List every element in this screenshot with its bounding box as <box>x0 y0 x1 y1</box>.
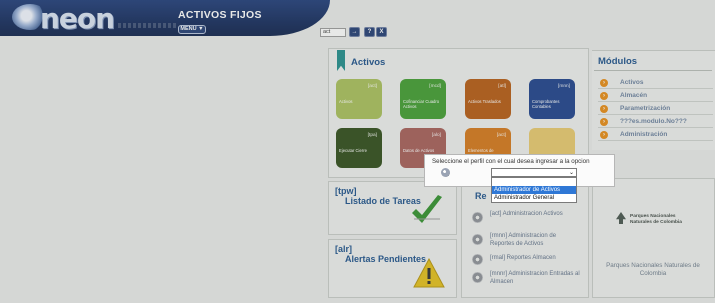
search-input[interactable]: act <box>320 28 346 37</box>
tile-label: Elementos de <box>468 148 494 153</box>
tile-code: [alo] <box>431 133 441 138</box>
divider <box>598 101 713 102</box>
tile-code: [mnn] <box>558 84 570 89</box>
tile-code: [act] <box>496 133 506 138</box>
module-item-unknown[interactable]: › ???es.modulo.No??? <box>598 116 715 128</box>
close-button[interactable]: X <box>376 27 387 37</box>
report-link[interactable]: [rmnn] Administracion de Reportes de Act… <box>490 233 582 248</box>
module-item-parametrizacion[interactable]: › Parametrización <box>598 103 715 115</box>
profile-dialog-title: Seleccione el perfil con el cual desea i… <box>432 158 590 165</box>
gear-icon <box>472 234 483 245</box>
option-blank[interactable] <box>492 178 576 186</box>
gear-icon <box>472 212 483 223</box>
tile-traslados[interactable]: [atl] Activos Traslados <box>465 79 511 119</box>
chevron-down-icon[interactable]: ⌄ <box>569 169 574 177</box>
profile-select[interactable]: ⌄ <box>491 168 577 177</box>
alertas-code: [alr] <box>335 244 353 254</box>
module-item-activos[interactable]: › Activos <box>598 77 715 89</box>
checkmark-icon <box>412 195 442 223</box>
option-administrador-general[interactable]: Administrador General <box>492 194 576 202</box>
tile-code: [tpa] <box>367 133 377 138</box>
arrow-right-icon: › <box>600 118 608 126</box>
help-button[interactable]: ? <box>364 27 375 37</box>
report-link[interactable]: [act] Administracion Activos <box>490 211 582 219</box>
tile-label: Datos de Activos <box>403 148 435 153</box>
tile-label: Activos <box>339 99 353 104</box>
tile-activos[interactable]: [act] Activos <box>336 79 382 119</box>
option-administrador-activos[interactable]: Administrador de Activos <box>492 186 576 194</box>
divider <box>598 127 713 128</box>
arrow-right-icon: › <box>600 131 608 139</box>
profile-dropdown: Administrador de Activos Administrador G… <box>491 177 577 203</box>
app-header: neon ACTIVOS FIJOS MENU ▼ act → ? X <box>0 0 715 40</box>
tareas-code: [tpw] <box>335 186 357 196</box>
divider <box>598 140 713 141</box>
module-label: Almacén <box>620 92 648 99</box>
parks-logo-text: Parques Nacionales Naturales de Colombia <box>630 214 682 225</box>
app-logo: neon <box>40 2 115 35</box>
tile-label: Activos Traslados <box>468 99 501 104</box>
parks-box <box>592 178 715 298</box>
page: neon ACTIVOS FIJOS MENU ▼ act → ? X Acti… <box>0 0 715 303</box>
tile-code: [act] <box>367 84 377 89</box>
divider <box>598 88 713 89</box>
gear-icon <box>472 254 483 265</box>
modulos-title: Módulos <box>598 56 638 67</box>
gear-icon <box>472 272 483 283</box>
tile-code: [atl] <box>498 84 506 89</box>
reportes-title: Re <box>475 191 487 201</box>
menu-button[interactable]: MENU ▼ <box>178 25 206 34</box>
tile-comprobantes[interactable]: [mnn] Comprobantes Contables <box>529 79 575 119</box>
parks-caption: Parques Nacionales Naturales de Colombia <box>606 262 700 277</box>
subnav-strip <box>118 23 178 28</box>
gear-icon <box>441 168 450 177</box>
tile-ejecutar-cierre[interactable]: [tpa] Ejecutar Cierre <box>336 128 382 168</box>
module-label: Administración <box>620 131 668 138</box>
arrow-right-icon: › <box>600 79 608 87</box>
tile-label: Comprobantes Contables <box>532 99 560 109</box>
divider <box>598 114 713 115</box>
app-title: ACTIVOS FIJOS <box>178 9 262 21</box>
go-button[interactable]: → <box>349 27 360 37</box>
module-label: Parametrización <box>620 105 671 112</box>
activos-title: Activos <box>351 57 386 68</box>
module-item-almacen[interactable]: › Almacén <box>598 90 715 102</box>
tile-cofinanciar[interactable]: [mcd] Cofinanciar Cuadro Activos <box>400 79 446 119</box>
module-item-administracion[interactable]: › Administración <box>598 129 715 141</box>
tile-code: [mcd] <box>429 84 441 89</box>
arrow-right-icon: › <box>600 105 608 113</box>
module-label: Activos <box>620 79 644 86</box>
divider <box>594 70 712 71</box>
report-link[interactable]: [rmal] Reportes Almacen <box>490 255 582 263</box>
module-label: ???es.modulo.No??? <box>620 118 687 125</box>
warning-icon <box>413 258 445 288</box>
report-link[interactable]: [mnnr] Administracion Entradas al Almace… <box>490 271 582 286</box>
tile-label: Cofinanciar Cuadro Activos <box>403 99 440 109</box>
arrow-right-icon: › <box>600 92 608 100</box>
tile-label: Ejecutar Cierre <box>339 148 367 153</box>
